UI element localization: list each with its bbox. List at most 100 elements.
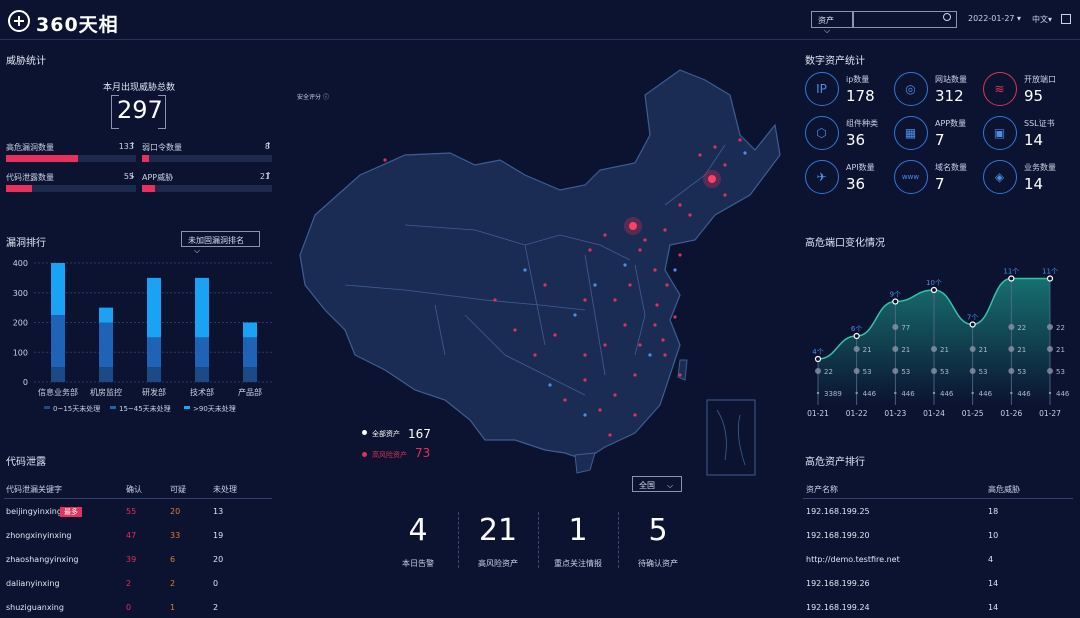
- line-point[interactable]: [1046, 275, 1054, 282]
- bar-segment[interactable]: [99, 367, 113, 382]
- security-score[interactable]: 安全评分 ⓘ: [297, 92, 329, 101]
- bar-segment[interactable]: [243, 367, 257, 382]
- asset-icon: www: [901, 172, 920, 181]
- search-icon[interactable]: [943, 13, 951, 21]
- asset-dot: [648, 353, 652, 357]
- bar-segment[interactable]: [243, 322, 257, 338]
- date-text: 2022-01-27: [968, 14, 1015, 23]
- bar-segment[interactable]: [51, 263, 65, 316]
- threat-bar-track: [142, 155, 272, 162]
- port-label: 21: [940, 346, 949, 354]
- asset-dot: [661, 338, 665, 342]
- line-point[interactable]: [1008, 275, 1015, 282]
- asset-icon-circle[interactable]: IP: [805, 72, 839, 106]
- y-tick-label: 0: [23, 378, 28, 387]
- x-tick-label: 01-21: [807, 409, 829, 418]
- port-change-title: 高危端口变化情况: [805, 238, 885, 249]
- language-select[interactable]: 中文▾: [1032, 14, 1052, 25]
- port-label: 446: [979, 390, 993, 398]
- asset-dot: [553, 333, 557, 337]
- stat-label: 重点关注情报: [554, 559, 602, 568]
- asset-icon-circle[interactable]: ◎: [894, 72, 928, 106]
- asset-select[interactable]: 资产⌵: [811, 11, 853, 35]
- code-leak-keyword[interactable]: dalianyinxing: [6, 579, 60, 588]
- bar-segment[interactable]: [147, 337, 161, 368]
- asset-dot: [548, 383, 552, 387]
- asset-icon-circle[interactable]: ▣: [983, 116, 1017, 150]
- asset-icon: ✈: [816, 169, 827, 184]
- code-leak-keyword[interactable]: shuziguanxing: [6, 603, 64, 612]
- asset-icon-circle[interactable]: ✈: [805, 160, 839, 194]
- line-point[interactable]: [853, 332, 860, 340]
- bar-segment[interactable]: [243, 337, 257, 368]
- port-label: 22: [824, 368, 833, 376]
- bar-segment[interactable]: [195, 277, 209, 338]
- high-risk-name[interactable]: 192.168.199.20: [806, 531, 870, 540]
- asset-dot: [673, 268, 677, 272]
- high-risk-name[interactable]: 192.168.199.25: [806, 507, 870, 516]
- legend-swatch: [110, 406, 116, 409]
- date-display[interactable]: 2022-01-27 ▾: [968, 14, 1021, 23]
- point-top-label: 11个: [1003, 268, 1019, 276]
- port-dot: [1010, 391, 1013, 395]
- chevron-down-icon: ⌵: [667, 481, 674, 490]
- point-top-label: 6个: [851, 325, 862, 333]
- high-risk-name[interactable]: 192.168.199.24: [806, 603, 870, 612]
- language-text: 中文: [1032, 15, 1048, 24]
- bar-segment[interactable]: [147, 277, 161, 338]
- threat-total-value: 297: [117, 96, 163, 124]
- line-point[interactable]: [930, 286, 938, 294]
- high-risk-name[interactable]: 192.168.199.26: [806, 579, 870, 588]
- stat-value: 21: [478, 513, 518, 548]
- stat-divider: [618, 512, 619, 568]
- stat-label: 高风险资产: [478, 559, 518, 568]
- asset-dot: [678, 253, 682, 257]
- threat-title: 威胁统计: [6, 56, 46, 67]
- port-dot: [892, 368, 899, 374]
- bar-segment[interactable]: [99, 307, 113, 323]
- bar-segment[interactable]: [195, 337, 209, 368]
- asset-icon-circle[interactable]: ≋: [983, 72, 1017, 106]
- port-dot: [855, 391, 858, 395]
- search-input[interactable]: [853, 11, 957, 28]
- asset-value: 178: [846, 87, 875, 105]
- line-point[interactable]: [814, 355, 822, 363]
- code-leak-keyword[interactable]: zhaoshangyinxing: [6, 555, 79, 564]
- asset-dot: [653, 323, 657, 327]
- code-leak-confirm: 0: [126, 603, 132, 612]
- asset-value: 95: [1024, 87, 1044, 105]
- line-point[interactable]: [892, 298, 899, 305]
- asset-dot: [738, 138, 742, 142]
- x-tick-label: 01-26: [1000, 409, 1022, 418]
- vuln-rank-title: 漏洞排行: [6, 238, 46, 249]
- stat-value: 5: [648, 513, 668, 548]
- asset-icon-circle[interactable]: ◈: [983, 160, 1017, 194]
- asset-label: ip数量: [846, 75, 870, 84]
- legend-all-label: 全部资产: [372, 430, 400, 438]
- asset-dot: [638, 248, 642, 252]
- asset-icon-circle[interactable]: www: [894, 160, 928, 194]
- region-filter-dropdown[interactable]: 全国 ⌵: [632, 476, 682, 492]
- code-leak-keyword[interactable]: beijingyinxing: [6, 507, 62, 516]
- bar-segment[interactable]: [99, 322, 113, 368]
- logo-icon: [8, 10, 30, 32]
- port-dot: [1008, 368, 1015, 374]
- port-label: 53: [979, 368, 988, 376]
- bar-segment[interactable]: [51, 367, 65, 382]
- bar-segment[interactable]: [147, 367, 161, 382]
- legend-all-dot: [362, 430, 367, 435]
- bar-segment[interactable]: [51, 315, 65, 368]
- asset-icon-circle[interactable]: ▦: [894, 116, 928, 150]
- china-map[interactable]: [285, 55, 785, 485]
- vuln-rank-dropdown[interactable]: 未加固漏洞排名⌵: [181, 231, 260, 255]
- code-leak-keyword[interactable]: zhongxinyinxing: [6, 531, 71, 540]
- asset-icon-circle[interactable]: ⬡: [805, 116, 839, 150]
- port-label: 53: [1017, 368, 1026, 376]
- line-point[interactable]: [969, 321, 976, 328]
- fullscreen-icon[interactable]: [1061, 14, 1071, 24]
- code-leak-suspect: 33: [170, 531, 181, 540]
- bar-segment[interactable]: [195, 367, 209, 382]
- port-dot: [969, 346, 976, 352]
- asset-icon: ▦: [904, 125, 917, 140]
- high-risk-name[interactable]: http://demo.testfire.net: [806, 555, 900, 564]
